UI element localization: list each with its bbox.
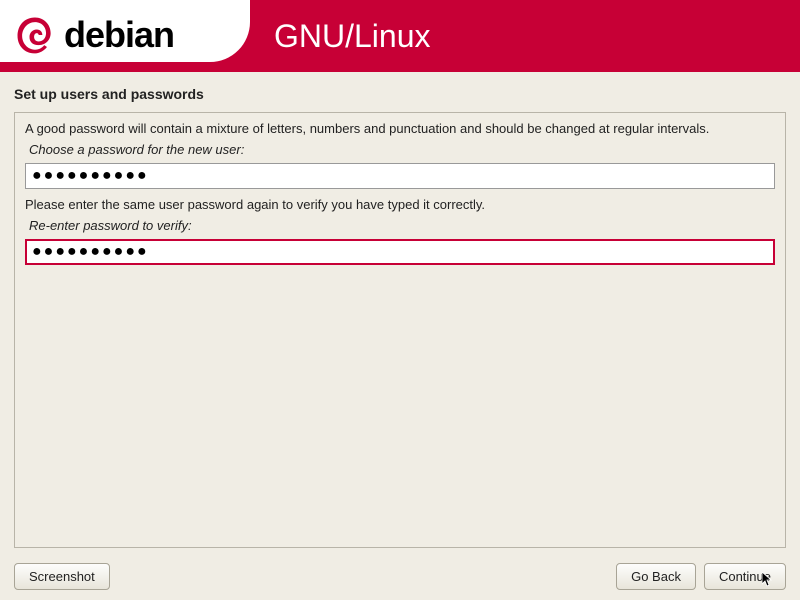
password-help-text: A good password will contain a mixture o… [25, 121, 775, 136]
password-input[interactable] [25, 163, 775, 189]
brand-text: debian [64, 14, 174, 56]
page-title: Set up users and passwords [14, 86, 786, 102]
footer-bar: Screenshot Go Back Continue [14, 563, 786, 590]
verify-password-input[interactable] [25, 239, 775, 265]
verify-help-text: Please enter the same user password agai… [25, 197, 775, 212]
debian-swirl-icon [12, 12, 58, 58]
main-panel: A good password will contain a mixture o… [14, 112, 786, 548]
header-subtitle: GNU/Linux [274, 18, 431, 55]
password-field-label: Choose a password for the new user: [29, 142, 775, 157]
footer-right: Go Back Continue [616, 563, 786, 590]
go-back-button[interactable]: Go Back [616, 563, 696, 590]
header-banner: debian GNU/Linux [0, 0, 800, 72]
logo-area: debian [0, 0, 250, 62]
continue-button[interactable]: Continue [704, 563, 786, 590]
screenshot-button[interactable]: Screenshot [14, 563, 110, 590]
verify-field-label: Re-enter password to verify: [29, 218, 775, 233]
content-area: Set up users and passwords A good passwo… [0, 72, 800, 548]
